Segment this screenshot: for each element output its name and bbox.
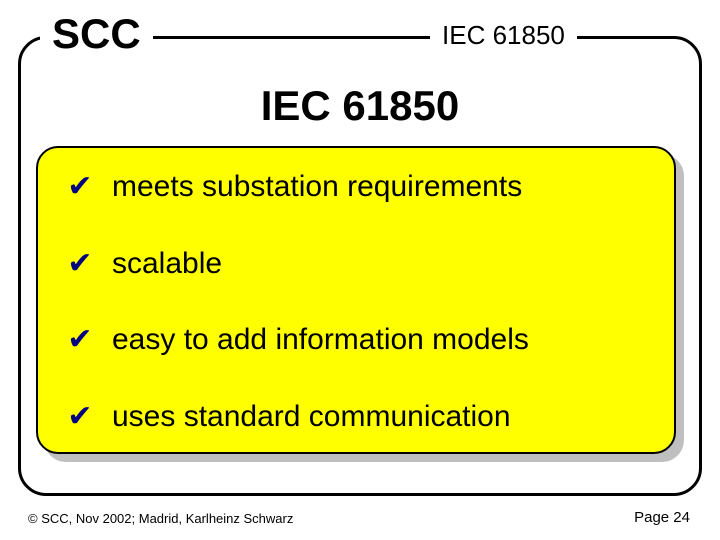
logo-text: SCC	[40, 10, 153, 58]
content-box: ✔ meets substation requirements ✔ scalab…	[36, 146, 676, 454]
check-icon: ✔	[66, 172, 94, 202]
slide-title: IEC 61850	[0, 82, 720, 130]
list-item-text: uses standard communication	[112, 400, 511, 434]
check-icon: ✔	[66, 402, 94, 432]
check-icon: ✔	[66, 325, 94, 355]
list-item: ✔ scalable	[66, 247, 646, 281]
check-icon: ✔	[66, 249, 94, 279]
list-item-text: easy to add information models	[112, 323, 529, 357]
footer-page-number: Page 24	[630, 509, 694, 526]
list-item: ✔ uses standard communication	[66, 400, 646, 434]
header-right-label: IEC 61850	[430, 20, 577, 51]
list-item: ✔ meets substation requirements	[66, 170, 646, 204]
list-item-text: meets substation requirements	[112, 170, 522, 204]
list-item: ✔ easy to add information models	[66, 323, 646, 357]
list-item-text: scalable	[112, 247, 222, 281]
footer-copyright: © SCC, Nov 2002; Madrid, Karlheinz Schwa…	[24, 511, 297, 526]
